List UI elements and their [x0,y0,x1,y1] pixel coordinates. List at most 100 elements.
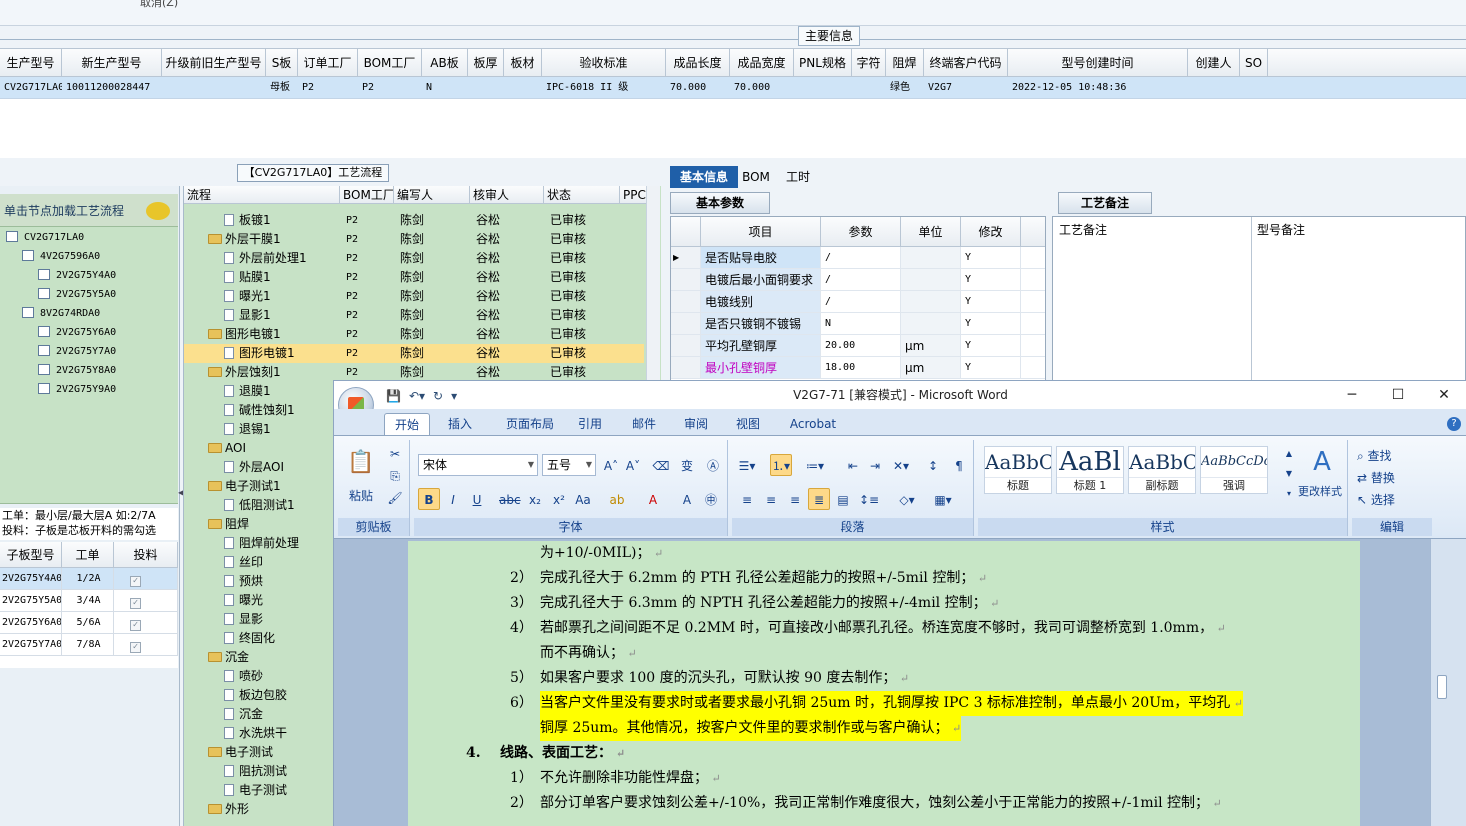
feed-checkbox[interactable]: ✓ [130,598,141,609]
replace-button[interactable]: ⇄ 替换 [1356,466,1428,488]
copy-icon[interactable]: ⎘ [384,464,406,486]
qat-dropdown-icon[interactable]: ▾ [451,389,457,403]
process-col-header[interactable]: 编写人 [394,186,470,203]
strikethrough-icon[interactable]: abc [498,488,522,510]
main-col-header[interactable]: S板 [266,49,298,76]
main-col-header[interactable]: 验收标准 [542,49,666,76]
param-mod[interactable]: Y [961,313,1021,334]
char-border-icon[interactable]: Ⓐ [702,454,724,476]
minimize-icon[interactable]: ─ [1329,381,1375,409]
process-row[interactable]: 曝光1 P2 陈剑 谷松 已审核 [184,287,644,306]
main-cell[interactable]: 绿色 [886,77,924,98]
main-col-header[interactable]: PNL规格 [794,49,852,76]
param-mod[interactable]: Y [961,247,1021,268]
style-card[interactable]: AaBbCcDc 强调 [1200,446,1268,494]
row-selector[interactable] [671,269,701,290]
main-col-header[interactable]: 升级前旧生产型号 [162,49,266,76]
process-row[interactable]: 显影1 P2 陈剑 谷松 已审核 [184,306,644,325]
main-cell[interactable]: P2 [298,77,358,98]
chinese-layout-icon[interactable]: ✕▾ [890,454,912,476]
main-col-header[interactable]: 新生产型号 [62,49,162,76]
sub-grid-row[interactable]: 2V2G75Y7A0 7/8A ✓ [0,634,178,656]
main-cell[interactable]: 70.000 [730,77,794,98]
tree-node[interactable]: 8V2G74RDA0 [22,305,100,323]
param-unit[interactable] [901,247,961,268]
distributed-icon[interactable]: ▤ [832,488,854,510]
main-cell[interactable] [468,77,504,98]
param-col-header[interactable]: 项目 [701,217,821,246]
tab-basic-info[interactable]: 基本信息 [670,166,738,188]
main-cell[interactable]: 2022-12-05 10:48:36 [1008,77,1188,98]
process-col-header[interactable]: BOM工厂 [340,186,394,203]
tree-node[interactable]: 2V2G75Y7A0 [38,343,116,361]
style-card[interactable]: AaBbC 标题 [984,446,1052,494]
word-tab[interactable]: 邮件 [624,413,664,435]
row-selector[interactable] [671,291,701,312]
row-selector[interactable] [671,335,701,356]
shading-icon[interactable]: ◇▾ [896,488,918,510]
select-button[interactable]: ↖ 选择 [1356,488,1428,510]
main-col-header[interactable]: SO [1240,49,1268,76]
param-mod[interactable]: Y [961,269,1021,290]
sub-board-grid[interactable]: 子板型号 工单 投料 2V2G75Y4A0 1/2A ✓ 2V2G75Y5A0 3/4A ✓ 2V… [0,542,178,668]
sub-order-cell[interactable]: 1/2A [62,568,114,589]
sub-order-cell[interactable]: 7/8A [62,634,114,655]
find-button[interactable]: ⌕ 查找 [1356,444,1428,466]
shrink-font-icon[interactable]: A˅ [622,454,644,476]
process-col-header[interactable]: 流程 [184,186,340,203]
main-col-header[interactable]: 创建人 [1188,49,1240,76]
undo-icon[interactable]: ↶▾ [409,389,425,403]
bold-icon[interactable]: B [418,488,440,510]
word-tab[interactable]: 插入 [440,413,480,435]
multilevel-list-icon[interactable]: ≔▾ [804,454,826,476]
main-cell[interactable]: 10011200028447 [62,77,162,98]
sub-order-cell[interactable]: 3/4A [62,590,114,611]
main-cell[interactable] [1188,77,1240,98]
param-value[interactable]: / [821,269,901,290]
word-tab[interactable]: 页面布局 [496,413,564,435]
align-right-icon[interactable]: ≡ [784,488,806,510]
param-col-header[interactable]: 单位 [901,217,961,246]
param-row[interactable]: ▶ 是否贴导电胶 / Y [671,247,1045,269]
row-selector[interactable]: ▶ [671,247,701,268]
main-cell[interactable]: P2 [358,77,422,98]
param-row[interactable]: 最小孔壁铜厚 18.00 μm Y [671,357,1045,379]
sub-col-header[interactable]: 投料 [114,542,178,567]
param-col-header[interactable]: 修改 [961,217,1021,246]
param-value[interactable]: 20.00 [821,335,901,356]
main-col-header[interactable]: 成品宽度 [730,49,794,76]
align-center-icon[interactable]: ≡ [760,488,782,510]
param-row[interactable]: 电镀后最小面铜要求 / Y [671,269,1045,291]
paste-icon[interactable]: 📋 [344,442,378,486]
sub-grid-row[interactable]: 2V2G75Y4A0 1/2A ✓ [0,568,178,590]
param-unit[interactable] [901,291,961,312]
word-tab[interactable]: Acrobat [784,413,842,435]
param-mod[interactable]: Y [961,335,1021,356]
tab-basic-params[interactable]: 基本参数 [670,192,770,214]
tree-node[interactable]: 4V2G7596A0 [22,248,100,266]
tree-node[interactable]: 2V2G75Y6A0 [38,324,116,342]
font-name-select[interactable]: 宋体 ▼ [418,454,538,476]
param-unit[interactable] [901,313,961,334]
enclose-char-icon[interactable]: ㊥ [700,488,722,510]
param-mod[interactable]: Y [961,291,1021,312]
sort-icon[interactable]: ↕ [922,454,944,476]
param-row[interactable]: 平均孔壁铜厚 20.00 μm Y [671,335,1045,357]
word-tab[interactable]: 审阅 [676,413,716,435]
param-value[interactable]: / [821,291,901,312]
param-row[interactable]: 是否只镀铜不镀锡 N Y [671,313,1045,335]
word-tab[interactable]: 视图 [728,413,768,435]
font-color-icon[interactable]: A [642,488,664,510]
main-col-header[interactable]: 板厚 [468,49,504,76]
increase-indent-icon[interactable]: ⇥ [864,454,886,476]
scroll-thumb[interactable] [1437,675,1447,699]
model-tree[interactable]: CV2G717LA0 4V2G7596A0 2V2G75Y4A0 2V2G75Y5A0… [0,226,178,504]
param-unit[interactable]: μm [901,335,961,356]
tab-process-notes[interactable]: 工艺备注 [1058,192,1152,214]
feed-checkbox[interactable]: ✓ [130,576,141,587]
font-size-select[interactable]: 五号 ▼ [542,454,596,476]
sub-col-header[interactable]: 子板型号 [0,542,62,567]
param-value[interactable]: / [821,247,901,268]
style-card[interactable]: AaBbC 副标题 [1128,446,1196,494]
main-cell[interactable]: IPC-6018 II 级 [542,77,666,98]
